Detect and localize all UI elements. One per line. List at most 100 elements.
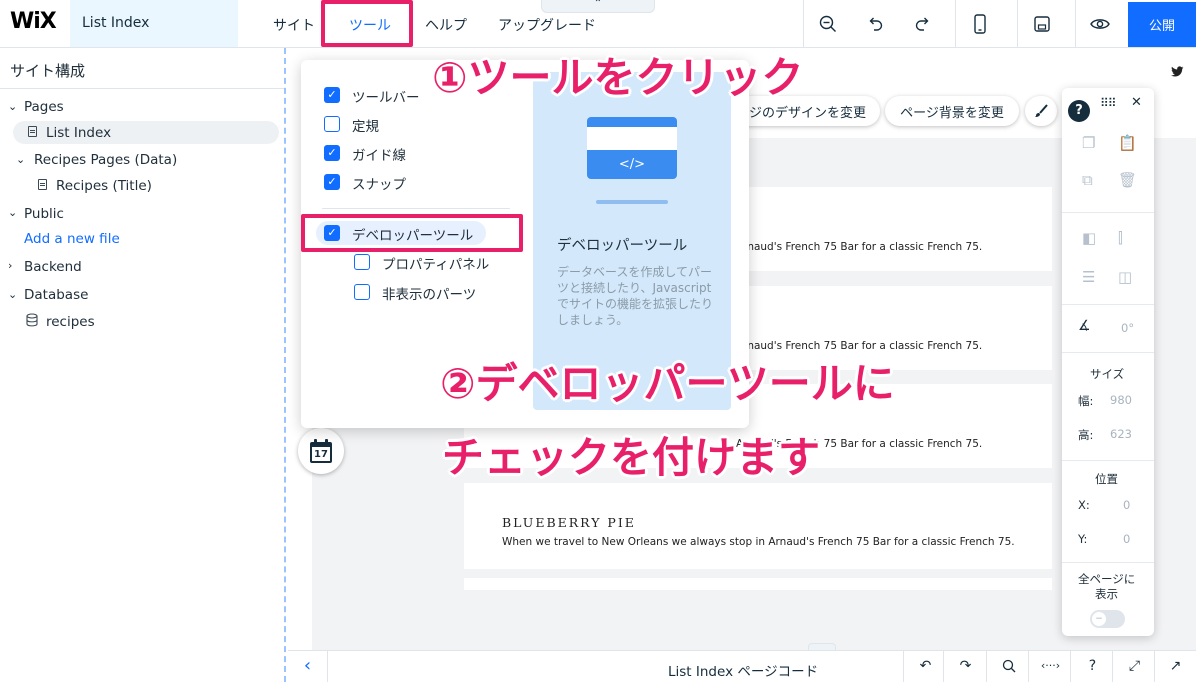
trash-icon[interactable]: 🗑 <box>1118 171 1137 189</box>
change-page-background-button[interactable]: ページ背景を変更 <box>885 96 1019 126</box>
chevron-down-icon[interactable]: ⌄ <box>16 153 25 166</box>
wix-logo: WiX <box>10 9 57 34</box>
chevron-down-icon[interactable]: ⌄ <box>8 288 17 301</box>
help-icon[interactable]: ? <box>1070 650 1114 682</box>
dev-panel-description: データベースを作成してパーツと接続したり、Javascript でサイトの機能を… <box>557 265 714 327</box>
rotation-value[interactable]: 0° <box>1121 321 1134 335</box>
option-properties-panel[interactable]: プロパティパネル <box>382 253 489 273</box>
align-icon[interactable]: ⫿ <box>1118 229 1123 247</box>
chevron-down-icon[interactable]: ⌄ <box>8 100 17 113</box>
chevron-up-icon[interactable]: ⌃ <box>541 0 655 13</box>
option-hidden-parts[interactable]: 非表示のパーツ <box>382 283 476 303</box>
annotation-step-2b: チェックを付けます <box>442 433 821 482</box>
undo-icon[interactable]: ↶ <box>903 650 947 682</box>
menu-upgrade[interactable]: アップグレード <box>498 15 596 35</box>
checkbox-properties-panel[interactable] <box>354 254 370 270</box>
tree-list-index[interactable]: List Index <box>46 125 111 141</box>
option-toolbar[interactable]: ツールバー <box>352 86 420 106</box>
zoom-out-icon[interactable] <box>803 0 851 47</box>
y-label: Y: <box>1078 532 1088 546</box>
checkbox-rulers[interactable] <box>324 116 340 132</box>
chevron-right-icon[interactable]: › <box>8 259 12 272</box>
option-snap[interactable]: スナップ <box>352 173 406 193</box>
width-value[interactable]: 980 <box>1110 393 1132 407</box>
menu-divider <box>322 208 510 209</box>
sidebar-title: サイト構成 <box>10 62 86 80</box>
paste-icon[interactable]: 📋 <box>1118 134 1137 152</box>
checkbox-toolbar[interactable]: ✓ <box>324 87 340 103</box>
x-label: X: <box>1078 498 1090 512</box>
mobile-icon[interactable] <box>955 0 1003 47</box>
add-new-file-link[interactable]: Add a new file <box>24 231 120 247</box>
expand-icon[interactable]: ⤢ <box>1112 650 1156 682</box>
code-window-shadow <box>596 200 668 204</box>
code-format-icon[interactable]: ‹···› <box>1028 650 1072 682</box>
rotate-icon[interactable]: ∡ <box>1078 318 1091 334</box>
page-selector[interactable]: List Index <box>70 0 238 47</box>
item-description: Arnaud's French 75 Bar for a classic Fre… <box>736 241 983 253</box>
panel-divider <box>1062 460 1154 461</box>
code-window-icon: </> <box>587 117 677 179</box>
checkbox-guides[interactable]: ✓ <box>324 145 340 161</box>
checkbox-snap[interactable]: ✓ <box>324 174 340 190</box>
repeater-item[interactable] <box>464 578 1052 590</box>
option-guides[interactable]: ガイド線 <box>352 144 406 164</box>
chevron-down-icon[interactable]: ⌄ <box>8 206 17 219</box>
option-rulers[interactable]: 定規 <box>352 115 379 135</box>
sidebar-divider <box>0 88 284 89</box>
code-window-bar <box>587 117 677 127</box>
search-icon[interactable] <box>986 650 1030 682</box>
dev-tools-highlight-box <box>301 214 523 252</box>
tree-recipes-pages[interactable]: Recipes Pages (Data) <box>34 152 177 168</box>
panel-divider <box>1062 352 1154 353</box>
match-size-icon[interactable]: ◫ <box>1118 268 1132 286</box>
tree-recipes-collection[interactable]: recipes <box>46 314 95 330</box>
annotation-step-1: ①ツールをクリック <box>432 53 804 102</box>
item-description: When we travel to New Orleans we always … <box>502 536 1015 548</box>
height-value[interactable]: 623 <box>1110 427 1132 441</box>
layout-tools-panel <box>1062 88 1154 636</box>
page-icon <box>38 179 47 190</box>
preview-icon[interactable] <box>1075 0 1123 47</box>
page-icon <box>28 126 37 137</box>
y-value[interactable]: 0 <box>1123 532 1130 546</box>
x-value[interactable]: 0 <box>1123 498 1130 512</box>
twitter-icon[interactable] <box>1171 66 1184 81</box>
show-all-pages-label-2: 表示 <box>1095 587 1118 601</box>
copy-icon[interactable]: ❐ <box>1082 134 1095 152</box>
width-label: 幅: <box>1078 394 1094 408</box>
tree-recipes-title[interactable]: Recipes (Title) <box>56 178 152 194</box>
paint-brush-icon[interactable] <box>1025 96 1057 126</box>
position-label: 位置 <box>1095 472 1118 486</box>
redo-icon[interactable] <box>899 0 947 47</box>
redo-icon[interactable]: ↷ <box>943 650 987 682</box>
duplicate-icon[interactable]: ⧉ <box>1082 171 1093 189</box>
undo-icon[interactable] <box>851 0 899 47</box>
save-icon[interactable] <box>1017 0 1065 47</box>
tools-menu-highlight-box <box>321 0 413 47</box>
drag-handle-icon[interactable]: ⠿⠿ <box>1100 96 1117 110</box>
distribute-icon[interactable]: ☰ <box>1082 268 1095 286</box>
tree-pages[interactable]: Pages <box>24 99 64 115</box>
tree-backend[interactable]: Backend <box>24 259 82 275</box>
open-external-icon[interactable]: ↗ <box>1154 650 1196 682</box>
calendar-day: 17 <box>314 449 328 460</box>
help-icon[interactable]: ? <box>1068 100 1090 122</box>
database-icon <box>26 313 38 331</box>
code-window-glyph: </> <box>587 150 677 179</box>
checkbox-hidden-parts[interactable] <box>354 284 370 300</box>
publish-button[interactable]: 公開 <box>1128 2 1196 47</box>
annotation-step-2: ②デベロッパーツールに <box>440 359 895 408</box>
close-icon[interactable]: ✕ <box>1131 95 1142 110</box>
menu-site[interactable]: サイト <box>273 15 315 35</box>
panel-divider <box>1062 212 1154 213</box>
tree-public[interactable]: Public <box>24 206 64 222</box>
toggle-knob: − <box>1092 612 1106 626</box>
item-title: BLUEBERRY PIE <box>502 515 636 530</box>
menu-help[interactable]: ヘルプ <box>425 15 467 35</box>
tree-database[interactable]: Database <box>24 287 88 303</box>
panel-divider <box>1062 304 1154 305</box>
chevron-left-icon[interactable]: ‹ <box>288 650 328 682</box>
arrange-icon[interactable]: ◧ <box>1082 229 1096 247</box>
panel-divider <box>1062 562 1154 563</box>
